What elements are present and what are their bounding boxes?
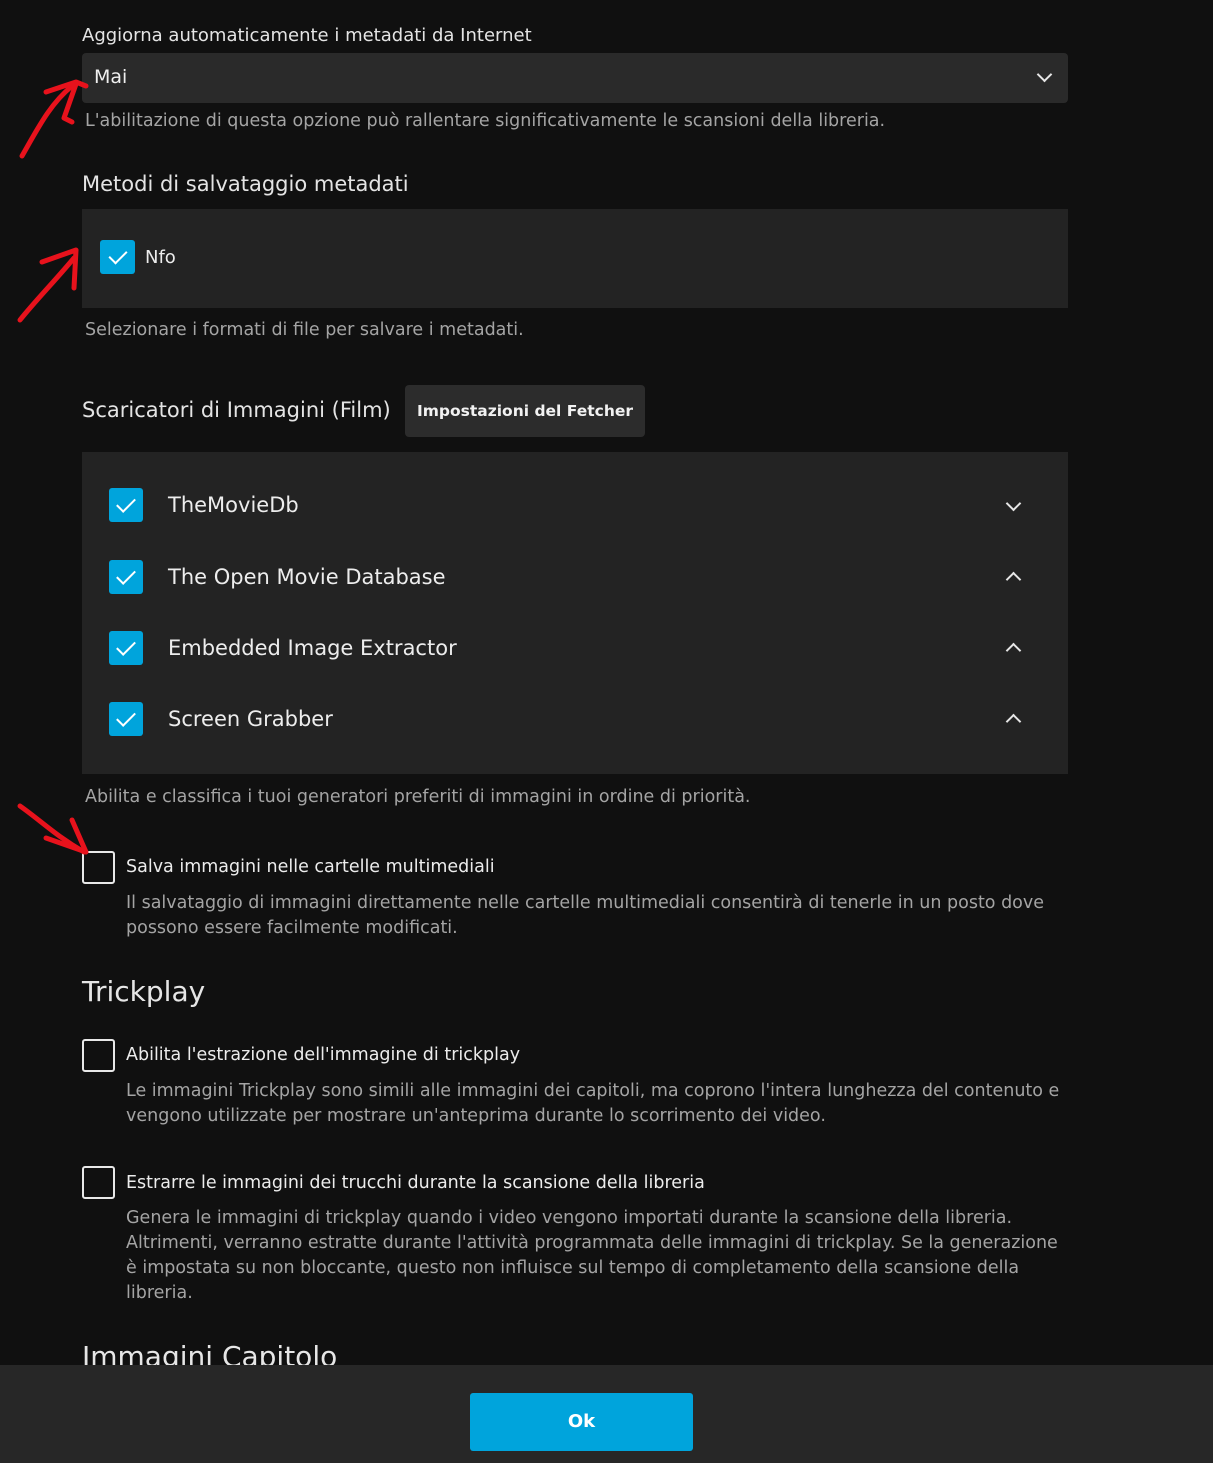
annotation-arrow-2 xyxy=(17,255,77,323)
annotation-arrows xyxy=(17,79,89,855)
dialog-footer: Ok xyxy=(0,1365,1213,1463)
ok-button[interactable]: Ok xyxy=(470,1393,693,1451)
settings-scroll-area[interactable]: Aggiorna automaticamente i metadati da I… xyxy=(0,0,1213,1365)
library-settings-page: Aggiorna automaticamente i metadati da I… xyxy=(0,0,1213,1463)
annotation-arrow-2-head xyxy=(39,247,79,291)
